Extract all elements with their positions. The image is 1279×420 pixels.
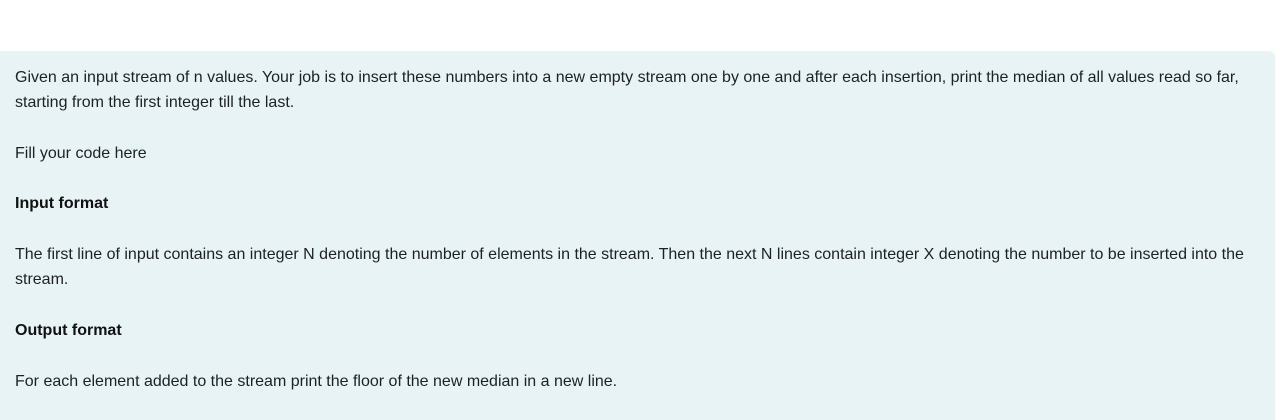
input-format-text: The first line of input contains an inte… <box>15 246 1244 288</box>
page: Given an input stream of n values. Your … <box>0 0 1279 420</box>
output-format-text: For each element added to the stream pri… <box>15 373 618 390</box>
output-format-heading: Output format <box>15 322 122 339</box>
input-format-heading: Input format <box>15 195 109 212</box>
fill-code-note: Fill your code here <box>15 145 147 162</box>
problem-statement: Given an input stream of n values. Your … <box>15 69 1239 111</box>
question-text-panel: Given an input stream of n values. Your … <box>0 51 1275 420</box>
